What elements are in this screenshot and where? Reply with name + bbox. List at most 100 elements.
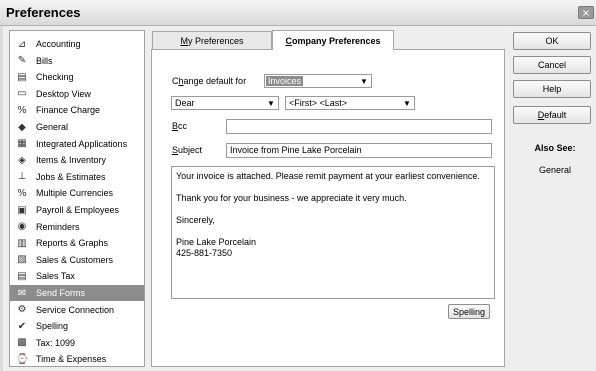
message-body-textarea[interactable]: Your invoice is attached. Please remit p… [171,166,495,299]
sidebar-item-finance-charge[interactable]: % Finance Charge [10,102,144,118]
salutation-value: Dear [175,98,195,108]
sidebar-item-label: General [36,122,69,132]
help-button[interactable]: Help [513,80,591,98]
sidebar-item-bills[interactable]: ✎ Bills [10,53,144,69]
default-label: efault [544,110,567,120]
sidebar-item-label: Sales & Customers [36,254,114,265]
name-format-value: <First> <Last> [289,98,348,108]
spelling-button[interactable]: Spellin g [448,304,490,319]
currencies-icon: % [17,187,27,199]
sidebar-item-label: Sales Tax [36,271,75,282]
subject-label: Subject [172,145,202,155]
bills-icon: ✎ [17,55,27,67]
sidebar-item-checking[interactable]: ▤ Checking [10,69,144,85]
cancel-label: Cancel [537,60,566,70]
sidebar-item-label: Jobs & Estimates [36,171,106,182]
sidebar-item-tax-1099[interactable]: ▩ Tax: 1099 [10,335,144,351]
category-list: ⊿ Accounting ✎ Bills ▤ Checking ▭ Desktop View%… [9,30,145,367]
sidebar-item-label: Send Forms [36,288,86,298]
name-format-dropdown[interactable]: <First> <Last> ▼ [285,96,415,110]
accounting-icon: ⊿ [17,38,27,50]
sales-tax-icon: ▤ [17,270,27,282]
subject-input[interactable]: Invoice from Pine Lake Porcelain [226,143,492,158]
sidebar-item-general[interactable]: ◆ General [10,119,144,135]
sidebar-item-label: Checking [36,72,74,83]
window-title: Preferences [6,5,81,20]
integrated-apps-icon: ▦ [17,138,27,150]
finance-charge-icon: % [17,104,27,116]
inventory-icon: ◈ [18,154,26,166]
close-button[interactable]: × [578,6,594,19]
sidebar-item-label: Payroll & Employees [36,205,120,215]
sidebar-item-label: Integrated Applications [36,138,128,149]
reports-icon: ▥ [17,237,27,249]
bcc-input[interactable] [226,119,492,134]
sidebar-item-sales-tax[interactable]: ▤ Sales Tax [10,268,144,284]
sidebar-item-label: Tax: 1099 [36,337,76,348]
chevron-down-icon: ▼ [360,77,368,86]
sidebar-item-label: Time & Expenses [36,354,107,365]
ok-button[interactable]: OK [513,32,591,50]
tab-company-preferences[interactable]: Company Preferences [272,30,394,50]
tax-icon: ▩ [17,337,27,349]
message-line: Sincerely, [176,215,215,225]
sidebar-item-send-forms[interactable]: ✉ Send Forms [10,285,144,301]
sales-icon: ▧ [17,254,27,266]
spelling-label: Spellin [452,306,480,317]
sidebar-item-reports-graphs[interactable]: ▥ Reports & Graphs [10,235,144,251]
sidebar-item-sales-customers[interactable]: ▧ Sales & Customers [10,252,144,268]
subject-label-rest: ubject [178,145,203,155]
checking-icon: ▤ [17,71,27,83]
tab-my-accel: M [180,35,188,46]
message-line: Thank you for your business - we appreci… [176,193,407,203]
sidebar-item-label: Desktop View [36,88,91,99]
chevron-down-icon: ▼ [267,99,275,108]
sidebar-item-multiple-currencies[interactable]: % Multiple Currencies [10,185,144,201]
sidebar-item-spelling[interactable]: ✔ Spelling [10,318,144,334]
close-icon: × [581,8,591,19]
sidebar-item-jobs-estimates[interactable]: ⊥ Jobs & Estimates [10,169,144,185]
sidebar-item-payroll-employees[interactable]: ▣ Payroll & Employees [10,202,144,218]
change-default-dropdown[interactable]: Invoices ▼ [264,74,372,88]
general-icon: ◆ [18,121,26,133]
bcc-label-rest: cc [178,121,188,131]
sidebar-item-label: Multiple Currencies [36,188,114,199]
sidebar-item-label: Service Connection [36,304,115,315]
sidebar-item-accounting[interactable]: ⊿ Accounting [10,36,144,52]
desktop-view-icon: ▭ [17,88,27,100]
sidebar-item-label: Accounting [36,39,81,49]
help-label: Help [542,84,562,94]
sidebar-item-label: Reminders [36,221,80,232]
sidebar-item-label: Reports & Graphs [36,238,109,249]
jobs-icon: ⊥ [17,171,27,183]
title-bar: Preferences × [0,0,596,26]
sidebar-item-label: Items & Inventory [36,155,107,166]
spelling-accel: g [480,306,486,317]
salutation-dropdown[interactable]: Dear ▼ [171,96,279,110]
sidebar-item-integrated-applications[interactable]: ▦ Integrated Applications [10,136,144,152]
ok-label: OK [545,36,559,46]
sidebar-item-reminders[interactable]: ◉ Reminders [10,219,144,235]
sidebar-item-label: Spelling [36,321,69,332]
sidebar-item-label: Bills [36,55,53,66]
spelling-icon: ✔ [17,320,27,332]
tab-my-label: y Preferences [187,35,244,46]
change-default-label-c: ange default for [183,76,247,86]
also-see-general-link[interactable]: General [520,165,590,175]
sidebar-item-items-inventory[interactable]: ◈ Items & Inventory [10,152,144,168]
also-see-heading: Also See: [534,143,576,153]
change-default-label: Change default for [172,76,246,86]
default-button[interactable]: Default [513,106,591,124]
send-forms-icon: ✉ [17,287,27,299]
message-line: Your invoice is attached. Please remit p… [176,171,480,181]
tab-my-preferences[interactable]: My Preferences [152,31,272,49]
sidebar-item-desktop-view[interactable]: ▭ Desktop View [10,86,144,102]
message-line: 425-881-7350 [176,248,233,258]
sidebar-item-time-expenses[interactable]: ⌚ Time & Expenses [10,351,144,366]
change-default-value: Invoices [266,76,304,86]
sidebar-item-service-connection[interactable]: ⚙ Service Connection [10,302,144,318]
cancel-button[interactable]: Cancel [513,56,591,74]
bcc-label: Bcc [172,121,187,131]
chevron-down-icon: ▼ [403,99,411,108]
tab-company-label: ompany Preferences [291,35,381,46]
